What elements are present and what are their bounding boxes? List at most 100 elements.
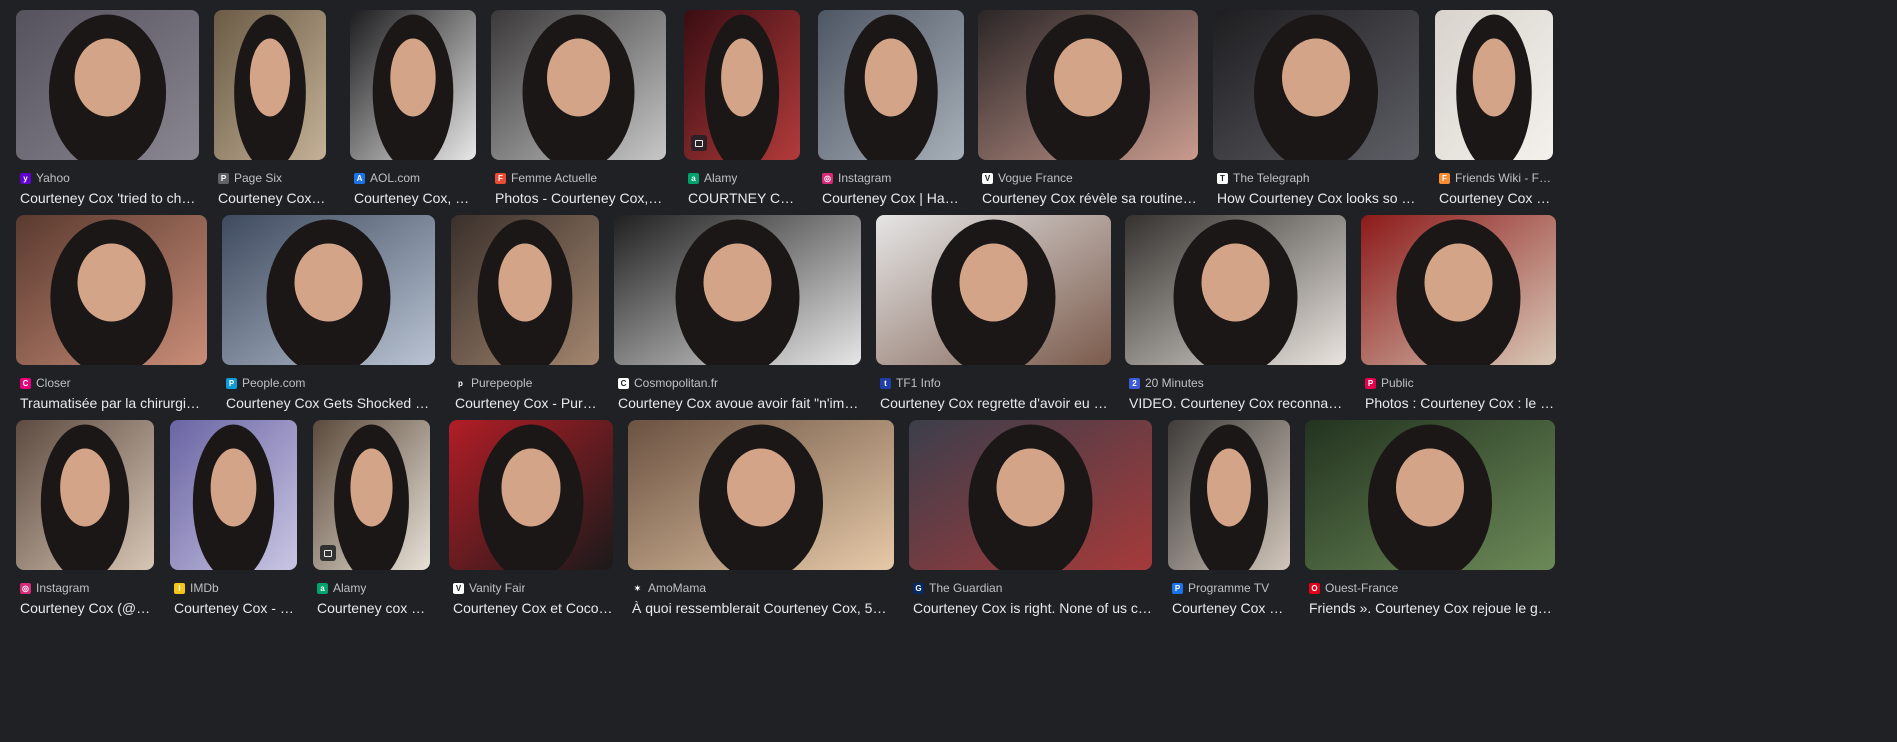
result-title[interactable]: Photos - Courteney Cox, son… xyxy=(495,190,666,206)
source-favicon-icon: p xyxy=(455,377,466,389)
result-source[interactable]: Closer xyxy=(36,376,71,390)
result-thumbnail[interactable] xyxy=(1168,420,1290,570)
image-result[interactable]: ✶ AmoMama À quoi ressemblerait Courteney … xyxy=(628,420,894,650)
result-thumbnail[interactable] xyxy=(350,10,476,160)
result-thumbnail[interactable] xyxy=(451,215,599,365)
result-thumbnail[interactable] xyxy=(1305,420,1555,570)
result-title[interactable]: Courteney Cox | Happy… xyxy=(822,190,964,206)
result-source[interactable]: Alamy xyxy=(333,581,366,595)
image-result[interactable]: ◎ Instagram Courteney Cox | Happy… xyxy=(818,10,964,240)
image-result[interactable]: P Programme TV Courteney Cox bio… xyxy=(1168,420,1290,650)
result-source[interactable]: IMDb xyxy=(190,581,219,595)
image-result[interactable]: t TF1 Info Courteney Cox regrette d'avoir… xyxy=(876,215,1111,445)
result-title[interactable]: Courteney Cox Gets Shocked by Re… xyxy=(226,395,435,411)
result-source[interactable]: The Telegraph xyxy=(1233,171,1310,185)
image-result[interactable]: a Alamy COURTNEY COX … xyxy=(684,10,800,240)
source-favicon-icon: ✶ xyxy=(632,582,643,594)
result-title[interactable]: Courteney Cox - Purepe… xyxy=(455,395,599,411)
image-result[interactable]: F Femme Actuelle Photos - Courteney Cox, … xyxy=(491,10,666,240)
result-thumbnail[interactable] xyxy=(222,215,435,365)
result-thumbnail[interactable] xyxy=(449,420,613,570)
image-result[interactable]: V Vanity Fair Courteney Cox et Coco Arq… xyxy=(449,420,613,650)
result-title[interactable]: Courteney Cox révèle sa routine mak… xyxy=(982,190,1198,206)
result-title[interactable]: Traumatisée par la chirurgie est… xyxy=(20,395,207,411)
result-title[interactable]: Photos : Courteney Cox : le visa… xyxy=(1365,395,1556,411)
image-result[interactable]: y Yahoo Courteney Cox 'tried to chase' … xyxy=(16,10,199,240)
image-result[interactable]: I IMDb Courteney Cox - IMDb xyxy=(170,420,297,650)
result-title[interactable]: How Courteney Cox looks so good … xyxy=(1217,190,1419,206)
result-thumbnail[interactable] xyxy=(170,420,297,570)
image-result[interactable]: F Friends Wiki - Fand… Courteney Cox | Fr… xyxy=(1435,10,1553,240)
result-source[interactable]: Cosmopolitan.fr xyxy=(634,376,718,390)
result-title[interactable]: Friends ». Courteney Cox rejoue le génér… xyxy=(1309,600,1555,616)
result-thumbnail[interactable] xyxy=(876,215,1111,365)
image-result[interactable]: V Vogue France Courteney Cox révèle sa ro… xyxy=(978,10,1198,240)
result-source[interactable]: Yahoo xyxy=(36,171,70,185)
result-source[interactable]: The Guardian xyxy=(929,581,1002,595)
image-result[interactable]: P Page Six Courteney Cox ad… xyxy=(214,10,326,240)
image-result[interactable]: A AOL.com Courteney Cox, 57, … xyxy=(350,10,476,240)
result-source[interactable]: Instagram xyxy=(838,171,891,185)
result-title[interactable]: VIDEO. Courteney Cox reconnaît qu'… xyxy=(1129,395,1346,411)
source-favicon-icon: a xyxy=(688,172,699,184)
result-thumbnail[interactable] xyxy=(614,215,861,365)
image-result[interactable]: C Cosmopolitan.fr Courteney Cox avoue avo… xyxy=(614,215,861,445)
image-result[interactable]: a Alamy Courteney cox Ban… xyxy=(313,420,430,650)
result-thumbnail[interactable] xyxy=(818,10,964,160)
result-thumbnail[interactable] xyxy=(1361,215,1556,365)
result-title[interactable]: Courteney Cox avoue avoir fait "n'import… xyxy=(618,395,861,411)
result-title[interactable]: Courteney Cox 'tried to chase' … xyxy=(20,190,199,206)
result-title[interactable]: COURTNEY COX … xyxy=(688,190,800,206)
image-result[interactable]: T The Telegraph How Courteney Cox looks s… xyxy=(1213,10,1419,240)
result-source[interactable]: Public xyxy=(1381,376,1414,390)
result-source[interactable]: Page Six xyxy=(234,171,282,185)
result-source[interactable]: AOL.com xyxy=(370,171,420,185)
result-thumbnail[interactable] xyxy=(1213,10,1419,160)
result-title[interactable]: Courteney Cox regrette d'avoir eu recou… xyxy=(880,395,1111,411)
result-source[interactable]: Ouest-France xyxy=(1325,581,1398,595)
result-source[interactable]: Vanity Fair xyxy=(469,581,525,595)
image-result[interactable]: G The Guardian Courteney Cox is right. No… xyxy=(909,420,1152,650)
result-thumbnail[interactable] xyxy=(491,10,666,160)
result-source[interactable]: Vogue France xyxy=(998,171,1073,185)
result-title[interactable]: Courteney Cox et Coco Arq… xyxy=(453,600,613,616)
result-source[interactable]: Alamy xyxy=(704,171,737,185)
result-thumbnail[interactable] xyxy=(628,420,894,570)
result-source[interactable]: 20 Minutes xyxy=(1145,376,1204,390)
result-source[interactable]: Purepeople xyxy=(471,376,532,390)
result-thumbnail[interactable] xyxy=(978,10,1198,160)
result-title[interactable]: Courteney Cox ad… xyxy=(218,190,326,206)
result-thumbnail[interactable] xyxy=(16,215,207,365)
result-title[interactable]: À quoi ressemblerait Courteney Cox, 59 a… xyxy=(632,600,894,616)
result-thumbnail[interactable] xyxy=(1125,215,1346,365)
result-source[interactable]: Femme Actuelle xyxy=(511,171,597,185)
image-result[interactable]: p Purepeople Courteney Cox - Purepe… xyxy=(451,215,599,445)
result-source[interactable]: Friends Wiki - Fand… xyxy=(1455,171,1553,185)
result-thumbnail[interactable] xyxy=(214,10,326,160)
result-source[interactable]: AmoMama xyxy=(648,581,706,595)
result-title[interactable]: Courteney Cox is right. None of us can r… xyxy=(913,600,1152,616)
result-thumbnail[interactable] xyxy=(1435,10,1553,160)
result-thumbnail[interactable] xyxy=(16,420,154,570)
result-thumbnail[interactable] xyxy=(313,420,430,570)
result-source[interactable]: Programme TV xyxy=(1188,581,1269,595)
result-title[interactable]: Courteney cox Ban… xyxy=(317,600,430,616)
result-title[interactable]: Courteney Cox, 57, … xyxy=(354,190,476,206)
image-result[interactable]: P Public Photos : Courteney Cox : le visa… xyxy=(1361,215,1556,445)
result-source[interactable]: Instagram xyxy=(36,581,89,595)
result-thumbnail[interactable] xyxy=(909,420,1152,570)
result-source[interactable]: TF1 Info xyxy=(896,376,941,390)
result-title[interactable]: Courteney Cox | Fr… xyxy=(1439,190,1553,206)
image-result[interactable]: 2 20 Minutes VIDEO. Courteney Cox reconna… xyxy=(1125,215,1346,445)
image-result[interactable]: P People.com Courteney Cox Gets Shocked b… xyxy=(222,215,435,445)
image-result[interactable]: ◎ Instagram Courteney Cox (@cou… xyxy=(16,420,154,650)
image-result[interactable]: O Ouest-France Friends ». Courteney Cox r… xyxy=(1305,420,1555,650)
result-thumbnail[interactable] xyxy=(684,10,800,160)
result-thumbnail[interactable] xyxy=(16,10,199,160)
image-result[interactable]: C Closer Traumatisée par la chirurgie est… xyxy=(16,215,207,445)
result-title[interactable]: Courteney Cox (@cou… xyxy=(20,600,154,616)
result-source[interactable]: People.com xyxy=(242,376,305,390)
result-title[interactable]: Courteney Cox - IMDb xyxy=(174,600,297,616)
source-favicon-icon: P xyxy=(1172,582,1183,594)
result-title[interactable]: Courteney Cox bio… xyxy=(1172,600,1290,616)
